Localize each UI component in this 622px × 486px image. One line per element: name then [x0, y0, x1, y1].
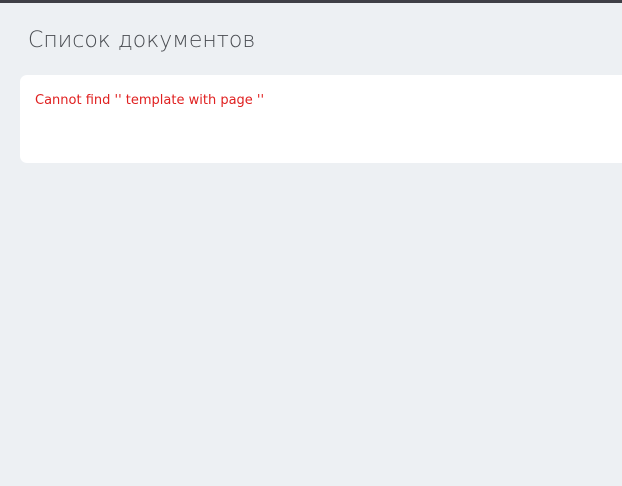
content-panel: Cannot find '' template with page '' — [20, 75, 622, 163]
error-message: Cannot find '' template with page '' — [35, 93, 265, 108]
page-title: Список документов — [28, 28, 256, 53]
top-bar — [0, 0, 622, 3]
